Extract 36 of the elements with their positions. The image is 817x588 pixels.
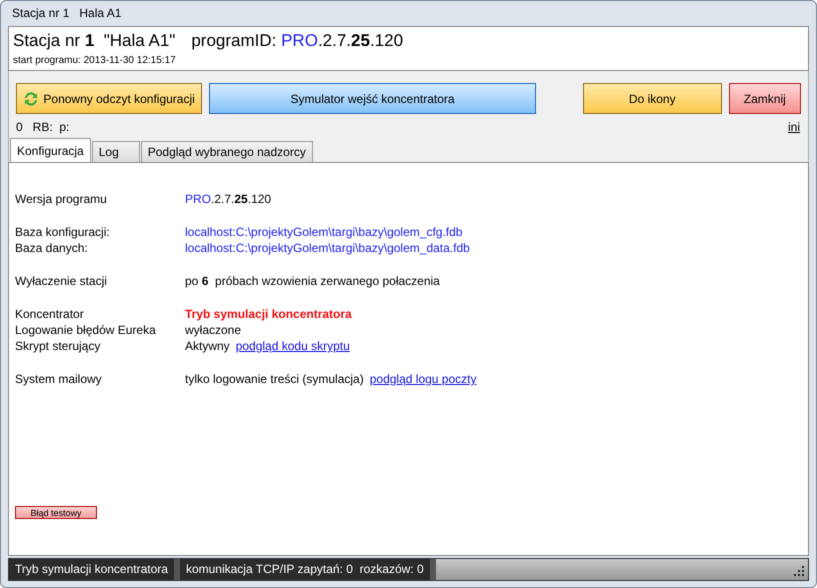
field-label: Logowanie błędów Eureka xyxy=(15,322,157,338)
status-text: 0 RB: p: xyxy=(16,120,70,134)
toolbar-button[interactable]: Symulator wejść koncentratora xyxy=(209,83,536,114)
field-value: Aktywny xyxy=(185,338,230,354)
ini-link[interactable]: ini xyxy=(788,120,800,134)
resize-grip-icon xyxy=(794,566,805,577)
refresh-icon xyxy=(23,90,40,106)
station-title: Stacja nr 1 "Hala A1" xyxy=(13,31,176,51)
field-value: localhost:C:\projektyGolem\targi\bazy\golem_data.fdb xyxy=(185,240,470,256)
field-value: po 6 próbach wzowienia zerwanego połaczenia xyxy=(185,273,440,289)
start-time: start programu: 2013-11-30 12:15:17 xyxy=(13,55,177,66)
reload-button[interactable]: Ponowny odczyt konfiguracji xyxy=(16,83,202,114)
toolbar-button[interactable]: Zamknij xyxy=(728,83,801,114)
field-label: Koncentrator xyxy=(15,306,85,322)
field-label: Skrypt sterujący xyxy=(15,338,102,354)
tab[interactable]: Log xyxy=(92,141,140,162)
window-title: Stacja nr 1 Hala A1 xyxy=(12,6,122,20)
link[interactable]: podgląd logu poczty xyxy=(370,371,476,387)
status-bar-section: komunikacja TCP/IP zapytań: 0 rozkazów: 0 xyxy=(180,559,430,580)
tab[interactable]: Podgląd wybranego nadzorcy xyxy=(140,141,313,162)
field-value: tylko logowanie treści (symulacja) xyxy=(185,371,364,387)
field-label: System mailowy xyxy=(15,371,103,387)
field-label: Wersja programu xyxy=(15,191,108,207)
field-label: Baza konfiguracji: xyxy=(15,224,111,240)
tab[interactable]: Konfiguracja xyxy=(10,138,91,162)
field-value: localhost:C:\projektyGolem\targi\bazy\golem_cfg.fdb xyxy=(185,224,462,240)
toolbar-button[interactable]: Do ikony xyxy=(582,83,722,114)
field-label: Baza danych: xyxy=(15,240,89,256)
link[interactable]: podgląd kodu skryptu xyxy=(236,338,350,354)
field-label: Wyłaczenie stacji xyxy=(15,273,108,289)
field-value: PRO.2.7.25.120 xyxy=(185,191,272,207)
program-id: programID: PRO.2.7.25.120 xyxy=(191,31,404,51)
field-value: Tryb symulacji koncentratora xyxy=(185,306,352,322)
field-value: wyłaczone xyxy=(185,322,242,338)
status-bar-section: Tryb symulacji koncentratora xyxy=(9,559,174,580)
test-error-button[interactable]: Błąd testowy xyxy=(15,506,97,519)
